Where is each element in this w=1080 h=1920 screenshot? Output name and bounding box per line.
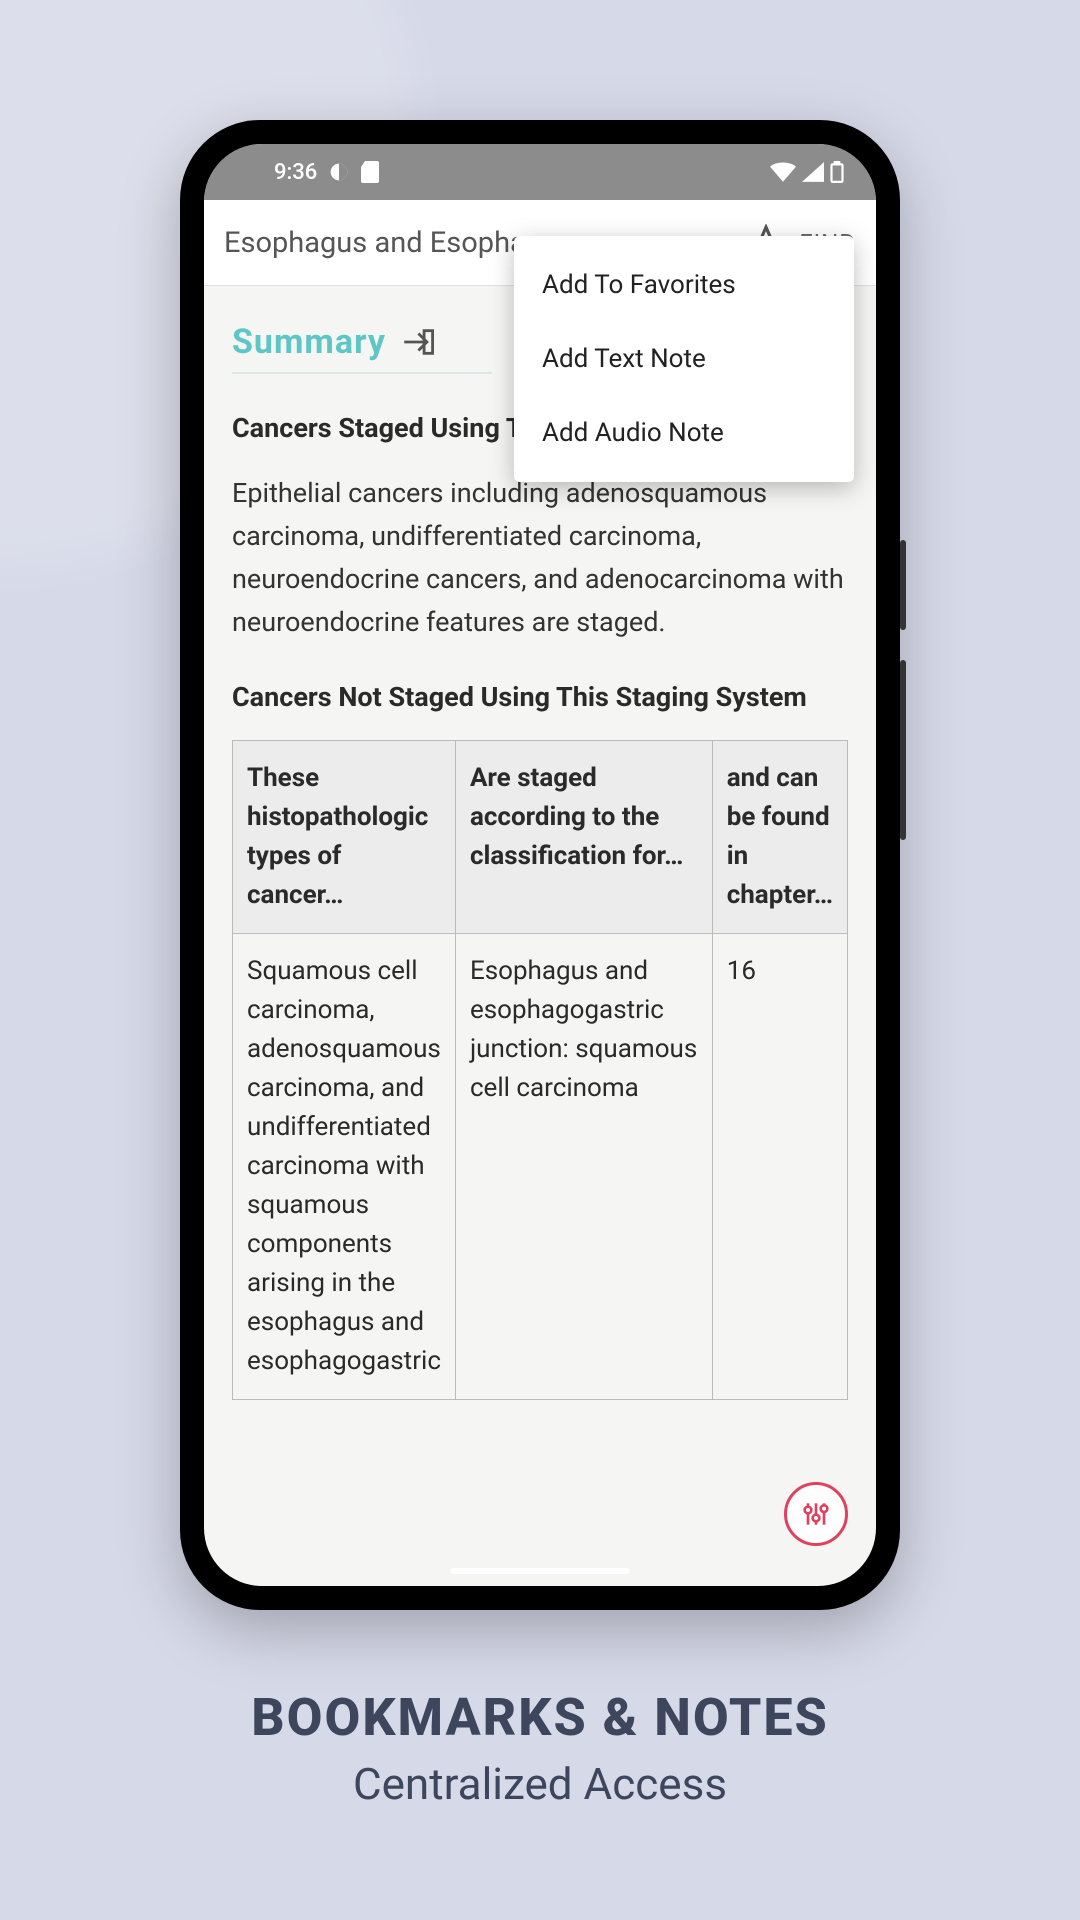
nav-indicator xyxy=(450,1568,630,1574)
caption-sub: Centralized Access xyxy=(0,1758,1080,1810)
phone-screen: 9:36 Esophagus and Esophagoga… FIND Summ… xyxy=(204,144,876,1586)
menu-item-favorites[interactable]: Add To Favorites xyxy=(514,248,854,322)
table-header-row: These histopathologic types of cancer… A… xyxy=(233,741,848,934)
table-cell: Esophagus and esophagogastric junction: … xyxy=(455,934,712,1400)
settings-fab[interactable] xyxy=(784,1482,848,1546)
table-header-cell: Are staged according to the classificati… xyxy=(455,741,712,934)
staging-table: These histopathologic types of cancer… A… xyxy=(232,740,848,1400)
section-title-2: Cancers Not Staged Using This Staging Sy… xyxy=(232,679,848,717)
sd-card-icon xyxy=(361,161,379,183)
sliders-icon xyxy=(800,1498,832,1530)
status-bar: 9:36 xyxy=(204,144,876,200)
table-cell: 16 xyxy=(712,934,847,1400)
promo-caption: BOOKMARKS & NOTES Centralized Access xyxy=(0,1687,1080,1810)
summary-label: Summary xyxy=(232,322,386,362)
body-text-1: Epithelial cancers including adenosquamo… xyxy=(232,472,848,645)
status-icon-1 xyxy=(329,162,349,182)
menu-item-text-note[interactable]: Add Text Note xyxy=(514,322,854,396)
phone-frame: 9:36 Esophagus and Esophagoga… FIND Summ… xyxy=(180,120,900,1610)
arrow-right-icon xyxy=(400,325,434,359)
table-row: Squamous cell carcinoma, adenosquamous c… xyxy=(233,934,848,1400)
table-header-cell: These histopathologic types of cancer… xyxy=(233,741,456,934)
context-menu: Add To Favorites Add Text Note Add Audio… xyxy=(514,236,854,482)
signal-icon xyxy=(802,162,824,182)
battery-icon xyxy=(830,161,844,183)
caption-heading: BOOKMARKS & NOTES xyxy=(0,1687,1080,1748)
menu-item-audio-note[interactable]: Add Audio Note xyxy=(514,396,854,470)
summary-link[interactable]: Summary xyxy=(232,322,492,374)
status-time: 9:36 xyxy=(274,160,317,185)
wifi-icon xyxy=(770,162,796,182)
table-cell: Squamous cell carcinoma, adenosquamous c… xyxy=(233,934,456,1400)
table-header-cell: and can be found in chapter… xyxy=(712,741,847,934)
